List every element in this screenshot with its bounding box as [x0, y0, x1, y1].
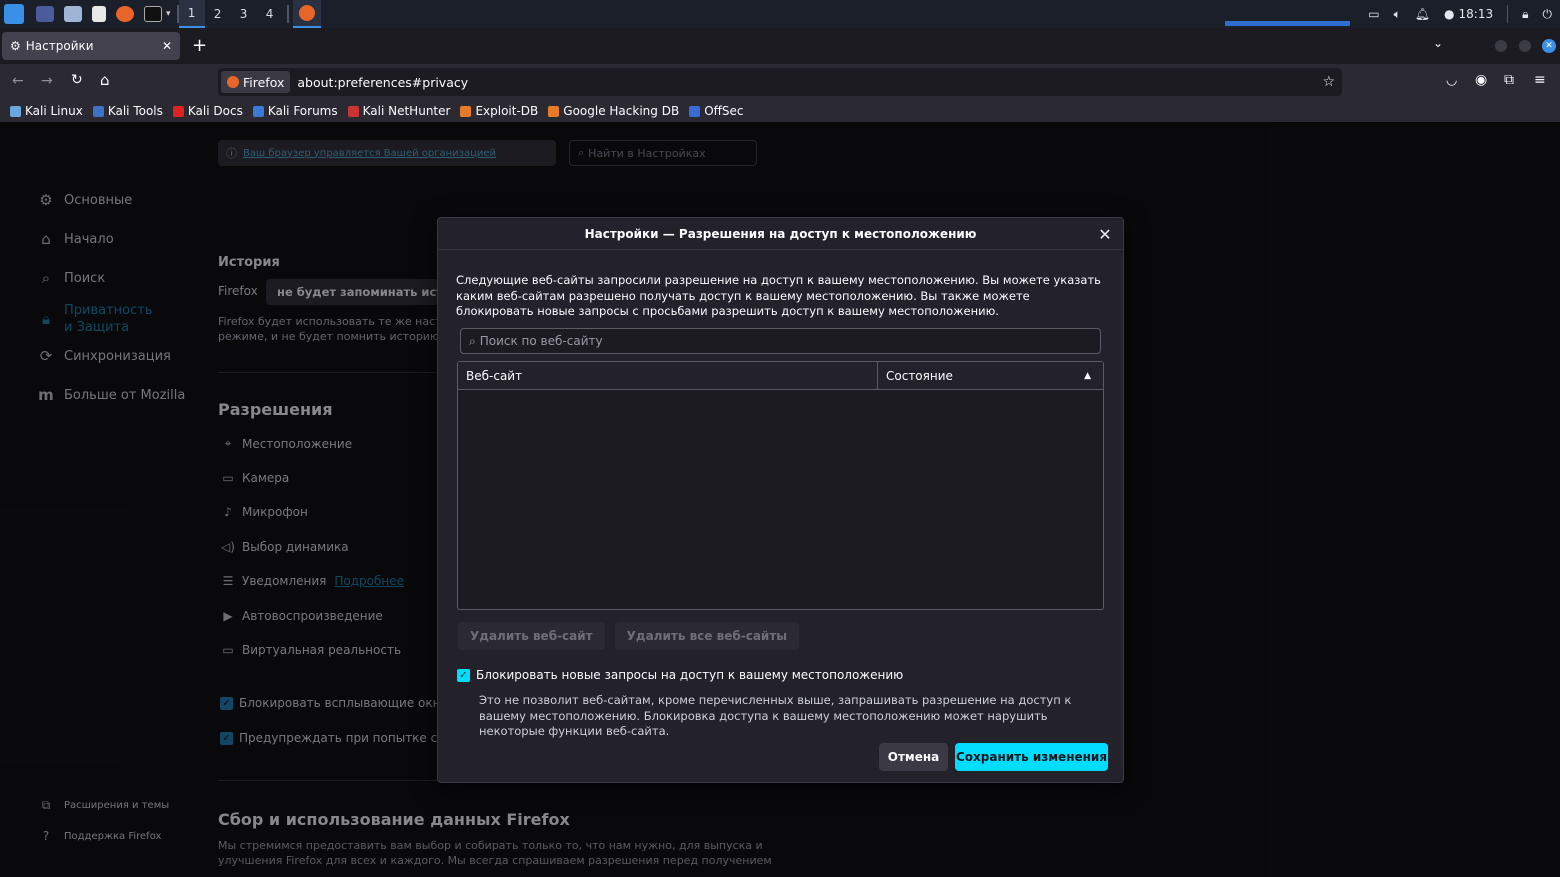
maximize-button[interactable]	[1519, 40, 1531, 52]
display-icon[interactable]: ▭	[1368, 7, 1379, 21]
ghdb-icon	[548, 105, 560, 117]
bookmark-label: Kali Linux	[25, 104, 83, 118]
extensions-icon[interactable]: ⧉	[1504, 72, 1514, 88]
tab-strip: ⚙ Настройки ✕ + ⌄ ✕	[0, 28, 1560, 64]
identity-label: Firefox	[243, 74, 285, 90]
bookmark-kali-docs[interactable]: Kali Docs	[172, 104, 243, 118]
bookmark-label: OffSec	[704, 104, 744, 118]
bookmark-label: Kali NetHunter	[362, 104, 451, 118]
remove-site-button[interactable]: Удалить веб-сайт	[458, 622, 605, 650]
workspace-1[interactable]: 1	[178, 0, 205, 28]
tab-close-icon[interactable]: ✕	[162, 39, 172, 53]
offsec-icon	[689, 105, 701, 117]
bookmark-label: Kali Docs	[187, 104, 243, 118]
exploit-db-icon	[460, 105, 472, 117]
firefox-icon	[227, 76, 239, 88]
desktop-icon[interactable]	[36, 6, 54, 22]
block-new-requests-checkbox[interactable]: ✓ Блокировать новые запросы на доступ к …	[457, 668, 903, 682]
bookmark-kali-tools[interactable]: Kali Tools	[92, 104, 163, 118]
notification-bell-icon[interactable]: 🔔︎	[1415, 7, 1430, 21]
forward-icon[interactable]: →	[41, 73, 53, 89]
checkbox-checked-icon: ✓	[457, 668, 470, 682]
column-header-status-label: Состояние	[886, 368, 953, 383]
gear-icon: ⚙	[10, 39, 21, 53]
minimize-button[interactable]	[1495, 40, 1507, 52]
cancel-button[interactable]: Отмена	[879, 743, 948, 771]
bookmark-offsec[interactable]: OffSec	[689, 104, 744, 118]
lock-screen-icon[interactable]: 🔒︎	[1522, 7, 1528, 22]
bookmark-label: Kali Tools	[107, 104, 163, 118]
workspace-2[interactable]: 2	[205, 0, 231, 28]
navigation-toolbar: ← → ↻ ⌂ Firefox about:preferences#privac…	[0, 64, 1560, 100]
kali-tools-icon	[92, 105, 104, 117]
site-search-input[interactable]: ⌕ Поиск по веб-сайту	[460, 328, 1101, 354]
workspace-4[interactable]: 4	[257, 0, 283, 28]
bookmark-exploit-db[interactable]: Exploit-DB	[460, 104, 538, 118]
chevron-down-icon[interactable]: ▾	[166, 9, 171, 19]
firefox-launcher-icon[interactable]	[116, 6, 134, 22]
clock-icon: ●	[1444, 7, 1455, 21]
account-icon[interactable]: ◉	[1475, 72, 1487, 88]
close-icon[interactable]: ✕	[1095, 224, 1115, 244]
new-tab-button[interactable]: +	[192, 35, 207, 56]
dialog-title: Настройки — Разрешения на доступ к место…	[438, 218, 1123, 250]
kali-docs-icon	[172, 105, 184, 117]
text-editor-icon[interactable]	[92, 6, 106, 22]
bookmark-label: Google Hacking DB	[563, 104, 680, 118]
clock[interactable]: 18:13	[1459, 7, 1494, 21]
back-icon[interactable]: ←	[12, 73, 24, 89]
bookmark-kali-forums[interactable]: Kali Forums	[252, 104, 338, 118]
bookmark-label: Kali Forums	[267, 104, 338, 118]
volume-icon[interactable]: 🔈︎	[1394, 7, 1401, 22]
url-text[interactable]: about:preferences#privacy	[297, 75, 468, 90]
sort-ascending-icon: ▲	[1084, 370, 1091, 381]
bookmark-star-icon[interactable]: ☆	[1322, 74, 1335, 90]
nethunter-icon	[347, 105, 359, 117]
block-new-requests-description: Это не позволит веб-сайтам, кроме перечи…	[479, 693, 1072, 738]
dialog-description: Следующие веб-сайты запросили разрешение…	[456, 273, 1101, 318]
power-icon[interactable]: ⏻	[1543, 7, 1553, 22]
bookmarks-toolbar: Kali Linux Kali Tools Kali Docs Kali For…	[0, 100, 1560, 122]
column-header-site[interactable]: Веб-сайт	[458, 362, 878, 389]
pocket-icon[interactable]: ◡	[1446, 73, 1457, 88]
kali-menu-icon[interactable]	[4, 4, 24, 24]
bookmark-google-hacking-db[interactable]: Google Hacking DB	[548, 104, 679, 118]
home-icon[interactable]: ⌂	[100, 71, 110, 89]
save-changes-button[interactable]: Сохранить изменения	[955, 743, 1108, 771]
system-tray: ▭ 🔈︎ 🔔︎ ● 18:13 🔒︎ ⏻	[1368, 0, 1560, 28]
kali-icon	[10, 105, 21, 117]
bookmark-kali-linux[interactable]: Kali Linux	[10, 104, 83, 118]
reload-icon[interactable]: ↻	[71, 72, 83, 88]
identity-box[interactable]: Firefox	[221, 71, 291, 93]
table-actions: Удалить веб-сайт Удалить все веб-сайты	[458, 622, 800, 650]
block-new-requests-label: Блокировать новые запросы на доступ к ва…	[476, 668, 904, 682]
sites-table: Веб-сайт Состояние ▲	[457, 361, 1104, 610]
remove-all-sites-button[interactable]: Удалить все веб-сайты	[614, 622, 800, 650]
column-header-status[interactable]: Состояние ▲	[878, 362, 1103, 389]
file-manager-icon[interactable]	[64, 6, 82, 22]
system-taskbar: ▾ 1 2 3 4 ▭ 🔈︎ 🔔︎ ● 18:13 🔒︎ ⏻	[0, 0, 1560, 28]
tab-settings[interactable]: ⚙ Настройки ✕	[2, 32, 180, 60]
site-search-placeholder: Поиск по веб-сайту	[479, 334, 603, 348]
firefox-icon	[298, 5, 315, 21]
list-all-tabs-icon[interactable]: ⌄	[1433, 36, 1443, 50]
workspace-3[interactable]: 3	[231, 0, 257, 28]
firefox-window-button[interactable]	[292, 0, 321, 28]
bookmark-kali-nethunter[interactable]: Kali NetHunter	[347, 104, 451, 118]
bookmark-label: Exploit-DB	[475, 104, 539, 118]
kali-forums-icon	[252, 105, 264, 117]
cpu-graph	[1225, 6, 1350, 26]
table-header: Веб-сайт Состояние ▲	[458, 362, 1103, 390]
location-permissions-dialog: Настройки — Разрешения на доступ к место…	[437, 217, 1124, 783]
menu-icon[interactable]: ≡	[1534, 72, 1546, 88]
tab-title: Настройки	[25, 39, 94, 53]
terminal-icon[interactable]	[144, 6, 162, 22]
close-window-button[interactable]: ✕	[1542, 39, 1556, 53]
search-icon: ⌕	[469, 333, 476, 348]
url-bar[interactable]: Firefox about:preferences#privacy ☆	[218, 68, 1342, 96]
